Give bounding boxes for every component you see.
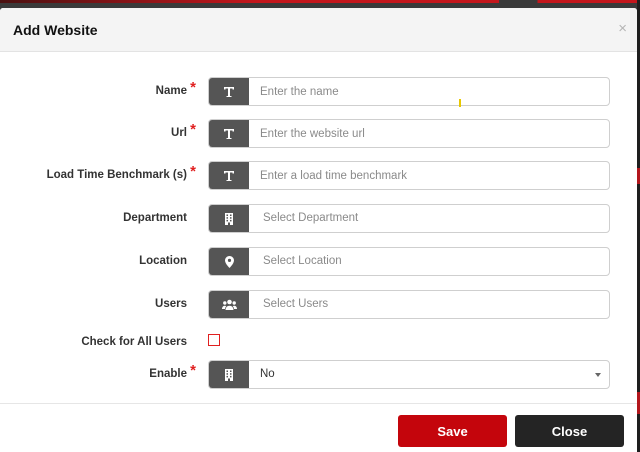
name-field bbox=[208, 77, 610, 106]
required-mark: * bbox=[190, 121, 196, 138]
name-label: Name * bbox=[155, 79, 196, 97]
text-icon bbox=[209, 162, 249, 189]
enable-label-text: Enable bbox=[149, 368, 187, 380]
users-label: Users bbox=[155, 298, 187, 310]
text-icon bbox=[209, 78, 249, 105]
users-placeholder: Select Users bbox=[263, 298, 329, 310]
department-placeholder: Select Department bbox=[263, 212, 359, 224]
text-cursor-mark bbox=[459, 99, 461, 107]
text-icon bbox=[209, 120, 249, 147]
benchmark-label-text: Load Time Benchmark (s) bbox=[46, 169, 187, 181]
form-row-name: Name * bbox=[0, 77, 637, 107]
building-icon bbox=[209, 361, 249, 388]
name-label-text: Name bbox=[155, 85, 187, 97]
modal-body: Name * Url * bbox=[0, 52, 637, 403]
map-pin-icon bbox=[209, 248, 249, 275]
location-placeholder: Select Location bbox=[263, 255, 342, 267]
close-icon[interactable]: × bbox=[618, 21, 627, 36]
form-row-department: Department Select Department bbox=[0, 204, 637, 234]
url-input[interactable] bbox=[249, 120, 609, 147]
name-input[interactable] bbox=[249, 78, 609, 105]
benchmark-field bbox=[208, 161, 610, 190]
form-row-check-all-users: Check for All Users bbox=[0, 333, 637, 363]
required-mark: * bbox=[190, 79, 196, 96]
add-website-modal: Add Website × Name * Url * bbox=[0, 8, 637, 452]
chevron-down-icon bbox=[595, 373, 601, 377]
location-select[interactable]: Select Location bbox=[208, 247, 610, 276]
url-label: Url * bbox=[171, 121, 196, 139]
users-label-text: Users bbox=[155, 298, 187, 310]
form-row-location: Location Select Location bbox=[0, 247, 637, 277]
url-field bbox=[208, 119, 610, 148]
required-mark: * bbox=[190, 163, 196, 180]
url-label-text: Url bbox=[171, 127, 187, 139]
users-icon bbox=[209, 291, 249, 318]
building-icon bbox=[209, 205, 249, 232]
enable-select[interactable]: No bbox=[208, 360, 610, 389]
location-label-text: Location bbox=[139, 255, 187, 267]
modal-footer: Save Close bbox=[0, 403, 637, 452]
location-label: Location bbox=[139, 255, 187, 267]
close-button[interactable]: Close bbox=[515, 415, 624, 447]
department-label-text: Department bbox=[123, 212, 187, 224]
check-all-users-checkbox[interactable] bbox=[208, 334, 220, 346]
form-row-url: Url * bbox=[0, 119, 637, 149]
users-select[interactable]: Select Users bbox=[208, 290, 610, 319]
department-select[interactable]: Select Department bbox=[208, 204, 610, 233]
benchmark-label: Load Time Benchmark (s) * bbox=[46, 163, 196, 181]
benchmark-input[interactable] bbox=[249, 162, 609, 189]
enable-value: No bbox=[260, 368, 275, 380]
enable-label: Enable * bbox=[149, 362, 196, 380]
required-mark: * bbox=[190, 362, 196, 379]
form-row-users: Users Select Users bbox=[0, 290, 637, 320]
backdrop-accent-bar bbox=[0, 0, 640, 3]
form-row-benchmark: Load Time Benchmark (s) * bbox=[0, 161, 637, 191]
check-all-users-label: Check for All Users bbox=[81, 336, 187, 348]
check-all-users-label-text: Check for All Users bbox=[81, 336, 187, 348]
department-label: Department bbox=[123, 212, 187, 224]
modal-header: Add Website × bbox=[0, 8, 637, 52]
save-button[interactable]: Save bbox=[398, 415, 507, 447]
form-row-enable: Enable * No bbox=[0, 360, 637, 390]
modal-title: Add Website bbox=[13, 22, 98, 38]
